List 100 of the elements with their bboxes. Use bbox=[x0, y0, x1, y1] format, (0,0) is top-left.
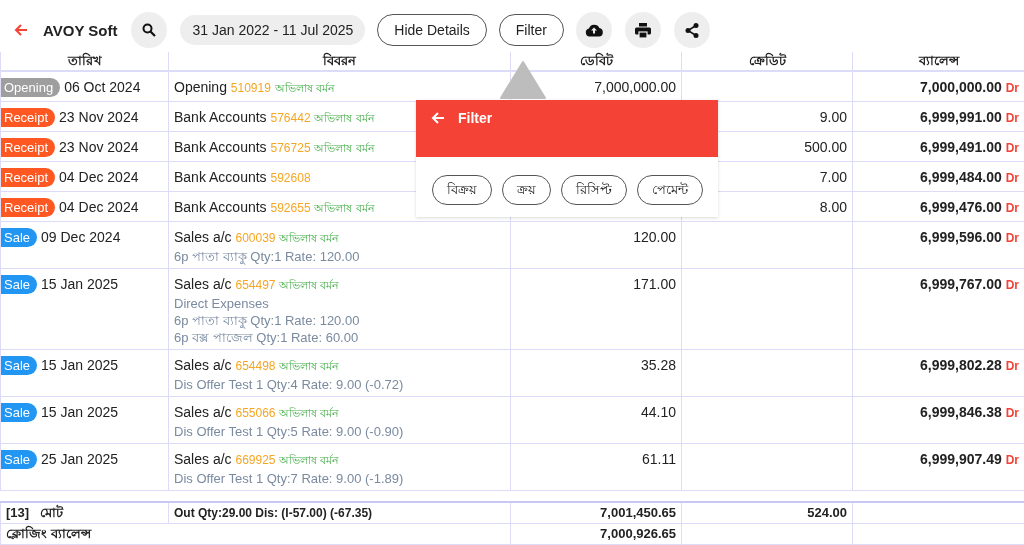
item-detail: Direct Expenses bbox=[174, 296, 269, 311]
voucher-number[interactable]: 510919 bbox=[230, 81, 271, 95]
search-icon bbox=[142, 23, 157, 37]
hide-details-button[interactable]: Hide Details bbox=[377, 14, 487, 46]
credit-amount: 9.00 bbox=[819, 109, 847, 125]
balance-amount: 6,999,907.49 bbox=[920, 451, 1002, 467]
voucher-number[interactable]: 654498 bbox=[235, 359, 276, 373]
account-name: Sales a/c bbox=[174, 276, 232, 292]
date-text: 23 Nov 2024 bbox=[59, 138, 139, 157]
debit-amount: 171.00 bbox=[633, 276, 676, 292]
search-button[interactable] bbox=[131, 12, 168, 48]
print-button[interactable] bbox=[624, 12, 661, 48]
back-arrow-icon[interactable] bbox=[13, 22, 29, 38]
balance-side: Dr bbox=[1005, 406, 1019, 420]
voucher-number[interactable]: 592608 bbox=[270, 171, 311, 185]
date-text: 04 Dec 2024 bbox=[59, 168, 139, 187]
balance-amount: 6,999,596.00 bbox=[920, 229, 1002, 245]
column-header: ব্যালেন্স bbox=[918, 53, 959, 68]
balance-side: Dr bbox=[1005, 359, 1019, 373]
account-name: Sales a/c bbox=[174, 451, 232, 467]
party-name: অভিলাষ বর্মন bbox=[279, 454, 340, 466]
type-badge: Receipt bbox=[1, 197, 56, 217]
debit-amount: 120.00 bbox=[633, 229, 676, 245]
type-badge: Sale bbox=[1, 227, 38, 247]
closing-balance-label: ক্লোজিং ব্যালেন্স bbox=[6, 526, 91, 541]
balance-side: Dr bbox=[1005, 201, 1019, 215]
filter-title: Filter bbox=[458, 110, 493, 126]
party-name: অভিলাষ বর্মন bbox=[279, 407, 340, 419]
balance-amount: 6,999,991.00 bbox=[920, 109, 1002, 125]
balance-side: Dr bbox=[1005, 171, 1019, 185]
debit-amount: 7,000,000.00 bbox=[594, 79, 676, 95]
column-header: তারিখ bbox=[67, 53, 102, 68]
share-icon bbox=[684, 22, 699, 38]
date-text: 15 Jan 2025 bbox=[41, 275, 119, 294]
balance-amount: 6,999,802.28 bbox=[920, 357, 1002, 373]
upload-button[interactable] bbox=[575, 12, 612, 48]
voucher-number[interactable]: 669925 bbox=[235, 453, 276, 467]
type-badge: Sale bbox=[1, 355, 38, 375]
column-header: ডেবিট bbox=[579, 53, 613, 68]
date-range-field[interactable]: 31 Jan 2022 - 11 Jul 2025 bbox=[180, 15, 366, 45]
balance-amount: 6,999,846.38 bbox=[920, 404, 1002, 420]
party-name: অভিলাষ বর্মন bbox=[279, 232, 340, 244]
balance-amount: 6,999,491.00 bbox=[920, 139, 1002, 155]
date-text: 09 Dec 2024 bbox=[41, 228, 121, 247]
filter-chip[interactable]: রিসিপ্ট bbox=[560, 175, 627, 205]
column-header: বিবরন bbox=[323, 53, 356, 68]
date-text: 15 Jan 2025 bbox=[41, 403, 119, 422]
balance-amount: 6,999,484.00 bbox=[920, 169, 1002, 185]
type-badge: Receipt bbox=[1, 137, 56, 157]
item-detail: Dis Offer Test 1 Qty:4 Rate: 9.00 (-0.72) bbox=[174, 377, 404, 392]
account-name: Opening bbox=[174, 79, 227, 95]
party-name: অভিলাষ বর্মন bbox=[314, 112, 375, 124]
balance-side: Dr bbox=[1005, 231, 1019, 245]
voucher-number[interactable]: 592655 bbox=[270, 201, 311, 215]
popover-pointer bbox=[500, 60, 546, 100]
cloud-upload-icon bbox=[584, 23, 603, 37]
share-button[interactable] bbox=[673, 12, 710, 48]
account-name: Bank Accounts bbox=[174, 109, 267, 125]
voucher-number[interactable]: 600039 bbox=[235, 231, 276, 245]
closing-balance-amount: 7,000,926.65 bbox=[600, 526, 676, 541]
balance-side: Dr bbox=[1005, 111, 1019, 125]
voucher-number[interactable]: 576725 bbox=[270, 141, 311, 155]
total-summary: Out Qty:29.00 Dis: (I-57.00) (-67.35) bbox=[174, 506, 373, 520]
balance-side: Dr bbox=[1005, 81, 1019, 95]
type-badge: Sale bbox=[1, 274, 38, 294]
type-badge: Sale bbox=[1, 402, 38, 422]
date-text: 23 Nov 2024 bbox=[59, 108, 139, 127]
date-text: 15 Jan 2025 bbox=[41, 356, 119, 375]
date-text: 06 Oct 2024 bbox=[64, 78, 141, 97]
item-detail: Dis Offer Test 1 Qty:5 Rate: 9.00 (-0.90) bbox=[174, 424, 404, 439]
debit-amount: 61.11 bbox=[642, 451, 676, 467]
credit-amount: 8.00 bbox=[819, 199, 847, 215]
filter-chip[interactable]: ক্রয় bbox=[501, 175, 551, 205]
total-debit: 7,001,450.65 bbox=[600, 505, 676, 520]
account-name: Sales a/c bbox=[174, 357, 232, 373]
voucher-number[interactable]: 576442 bbox=[270, 111, 311, 125]
party-name: অভিলাষ বর্মন bbox=[279, 279, 340, 291]
type-badge: Sale bbox=[1, 449, 38, 469]
item-detail: Dis Offer Test 1 Qty:7 Rate: 9.00 (-1.89) bbox=[174, 471, 404, 486]
party-name: অভিলাষ বর্মন bbox=[314, 142, 375, 154]
account-name: Sales a/c bbox=[174, 229, 232, 245]
debit-amount: 44.10 bbox=[640, 404, 676, 420]
party-name: অভিলাষ বর্মন bbox=[274, 82, 335, 94]
item-detail: 6p পাতা ব্যাকু Qty:1 Rate: 120.00 bbox=[174, 313, 360, 328]
print-icon bbox=[634, 22, 651, 38]
balance-side: Dr bbox=[1005, 278, 1019, 292]
debit-amount: 35.28 bbox=[640, 357, 676, 373]
voucher-number[interactable]: 654497 bbox=[235, 278, 276, 292]
account-name: Sales a/c bbox=[174, 404, 232, 420]
voucher-number[interactable]: 655066 bbox=[235, 406, 276, 420]
back-arrow-icon[interactable] bbox=[430, 110, 446, 126]
filter-button[interactable]: Filter bbox=[498, 14, 564, 46]
balance-side: Dr bbox=[1005, 141, 1019, 155]
filter-chip[interactable]: বিক্রয় bbox=[431, 175, 492, 205]
type-badge: Receipt bbox=[1, 167, 56, 187]
date-text: 04 Dec 2024 bbox=[59, 198, 139, 217]
balance-amount: 6,999,767.00 bbox=[920, 276, 1002, 292]
balance-amount: 6,999,476.00 bbox=[920, 199, 1002, 215]
account-name: Bank Accounts bbox=[174, 139, 267, 155]
filter-chip[interactable]: পেমেন্ট bbox=[636, 175, 703, 205]
